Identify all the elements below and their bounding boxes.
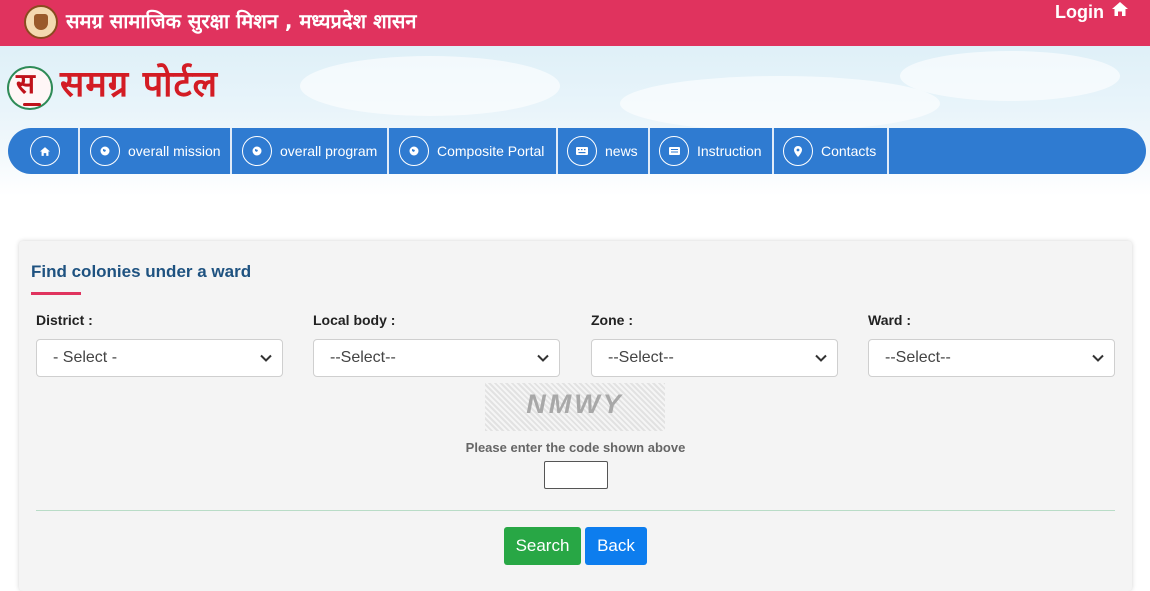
ward-selected-value: --Select-- bbox=[885, 349, 951, 366]
captcha-hint: Please enter the code shown above bbox=[465, 440, 686, 455]
captcha-code: NMWY bbox=[526, 389, 624, 419]
home-icon bbox=[30, 136, 60, 166]
local-body-label: Local body : bbox=[313, 312, 396, 328]
org-title: समग्र सामाजिक सुरक्षा मिशन , मध्यप्रदेश … bbox=[66, 9, 417, 33]
ward-label: Ward : bbox=[868, 312, 912, 328]
nav-overall-program[interactable]: overall program bbox=[242, 128, 388, 174]
nav-label-overall-mission: overall mission bbox=[128, 143, 221, 159]
nav-overall-mission[interactable]: overall mission bbox=[90, 128, 230, 174]
chevron-down-icon bbox=[260, 354, 274, 362]
local-body-selected-value: --Select-- bbox=[330, 349, 396, 366]
keyboard-icon bbox=[567, 136, 597, 166]
title-underline bbox=[31, 292, 81, 295]
logo-mark-letter: स bbox=[16, 67, 35, 100]
state-emblem-icon bbox=[24, 5, 58, 39]
form-divider bbox=[36, 510, 1115, 511]
chevron-down-icon bbox=[1092, 354, 1106, 362]
home-icon bbox=[1112, 1, 1128, 20]
map-marker-icon bbox=[783, 136, 813, 166]
district-label: District : bbox=[36, 312, 93, 328]
list-icon bbox=[659, 136, 689, 166]
login-link[interactable]: Login bbox=[1055, 1, 1128, 23]
zone-selected-value: --Select-- bbox=[608, 349, 674, 366]
nav-label-contacts: Contacts bbox=[821, 143, 877, 159]
search-button[interactable]: Search bbox=[504, 527, 581, 565]
login-label: Login bbox=[1055, 2, 1104, 22]
local-body-select[interactable]: --Select-- bbox=[313, 339, 560, 377]
globe-icon bbox=[90, 136, 120, 166]
chevron-down-icon bbox=[815, 354, 829, 362]
globe-icon bbox=[242, 136, 272, 166]
district-selected-value: - Select - bbox=[53, 349, 118, 366]
zone-select[interactable]: --Select-- bbox=[591, 339, 838, 377]
nav-label-instruction: Instruction bbox=[697, 143, 762, 159]
nav-instruction[interactable]: Instruction bbox=[659, 128, 773, 174]
main-navigation: overall mission overall program Composit… bbox=[8, 128, 1146, 174]
captcha-input[interactable] bbox=[544, 461, 608, 489]
chevron-down-icon bbox=[537, 354, 551, 362]
top-header-bar: समग्र सामाजिक सुरक्षा मिशन , मध्यप्रदेश … bbox=[0, 0, 1150, 46]
captcha-image: NMWY bbox=[485, 383, 665, 431]
nav-contacts[interactable]: Contacts bbox=[783, 128, 887, 174]
samagra-logo-icon: स bbox=[7, 66, 53, 110]
globe-icon bbox=[399, 136, 429, 166]
nav-news[interactable]: news bbox=[567, 128, 649, 174]
back-button[interactable]: Back bbox=[585, 527, 647, 565]
district-select[interactable]: - Select - bbox=[36, 339, 283, 377]
nav-label-overall-program: overall program bbox=[280, 143, 378, 159]
ward-colony-search-panel: Find colonies under a ward District : Lo… bbox=[19, 241, 1132, 591]
form-title: Find colonies under a ward bbox=[31, 262, 252, 281]
ward-select[interactable]: --Select-- bbox=[868, 339, 1115, 377]
zone-label: Zone : bbox=[591, 312, 633, 328]
nav-home[interactable] bbox=[30, 128, 78, 174]
nav-label-news: news bbox=[605, 143, 638, 159]
portal-logo-text: समग्र पोर्टल bbox=[60, 63, 219, 105]
nav-composite-portal[interactable]: Composite Portal bbox=[399, 128, 557, 174]
nav-label-composite-portal: Composite Portal bbox=[437, 143, 545, 159]
